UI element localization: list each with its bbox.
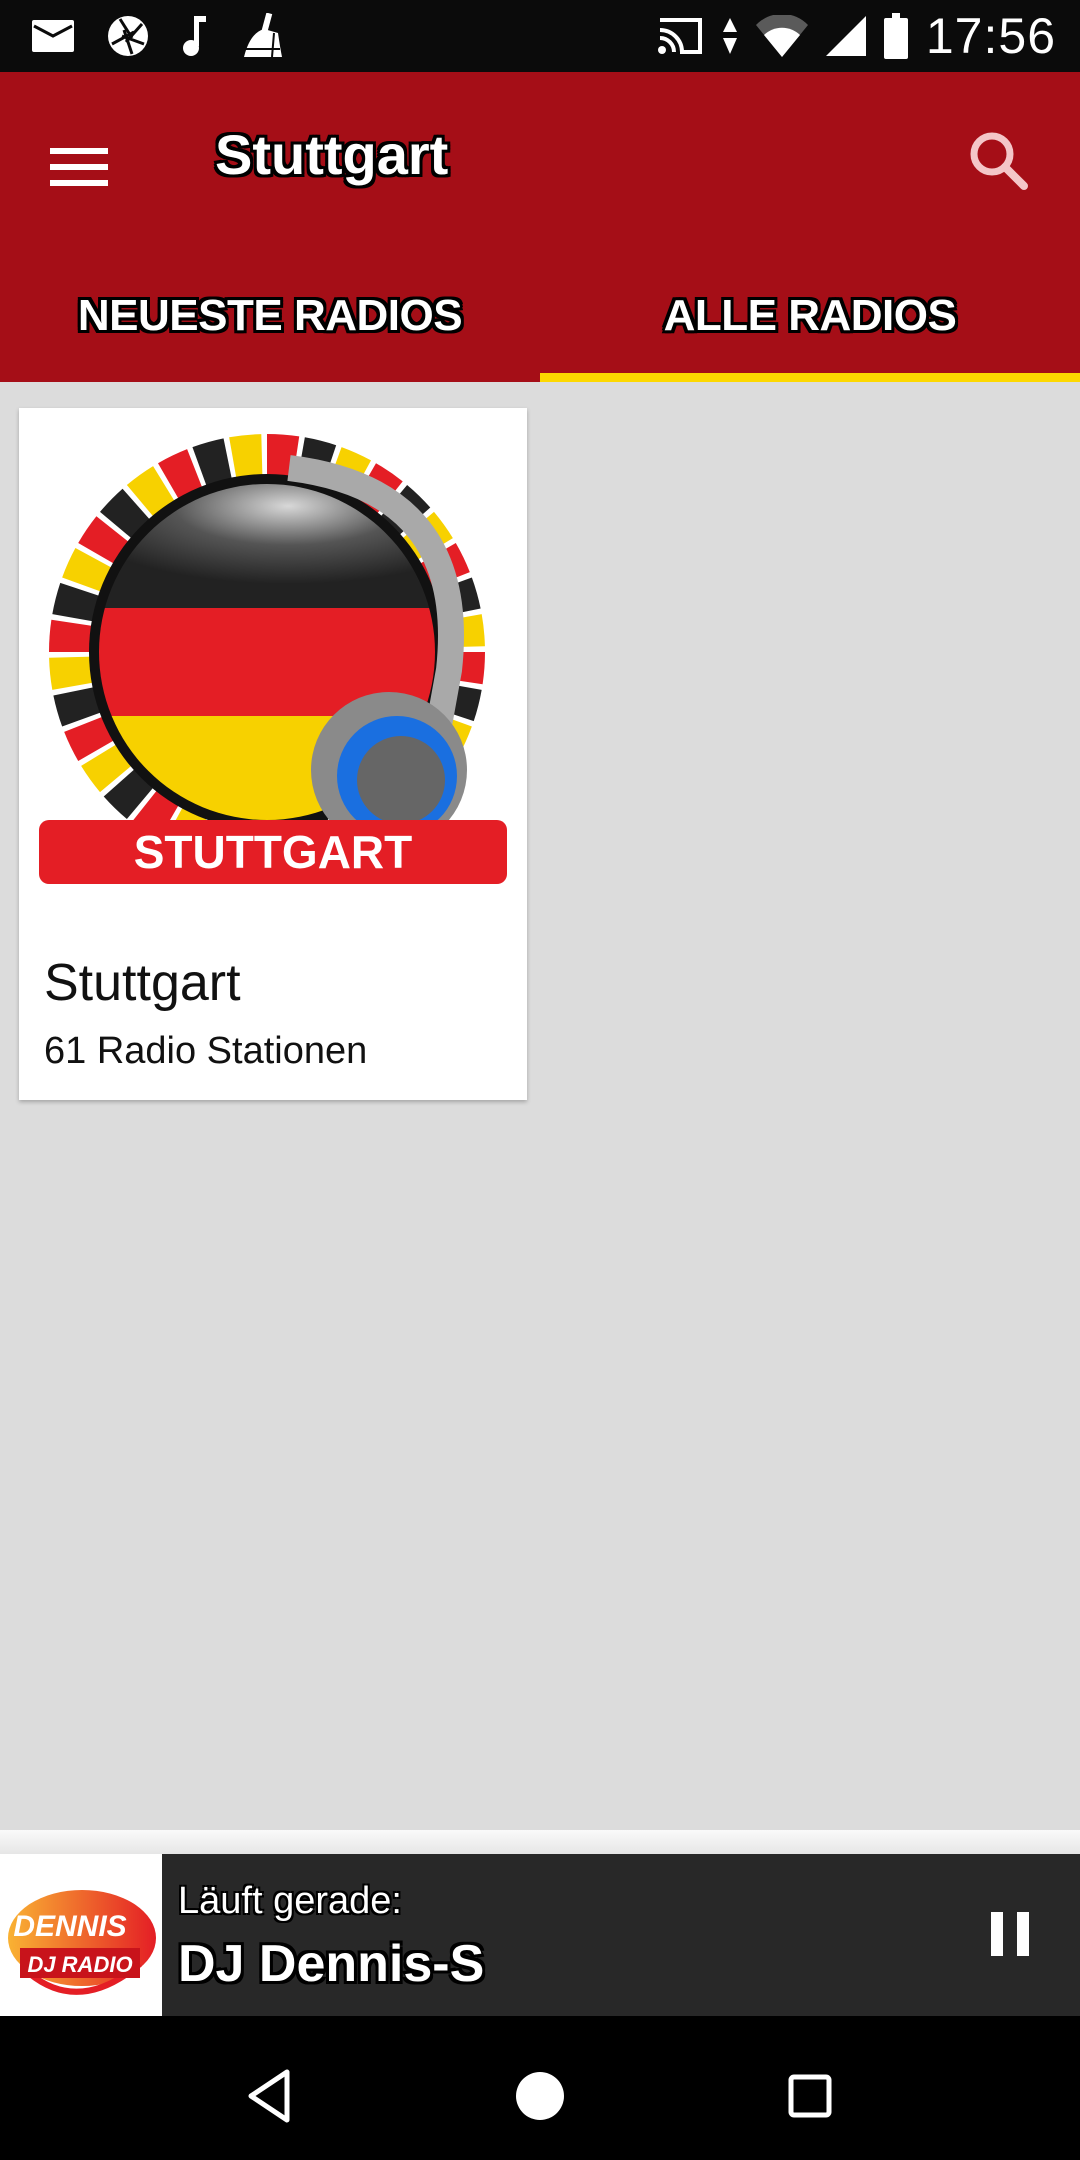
search-icon[interactable] bbox=[960, 122, 1040, 202]
tab-bar: NEUESTE RADIOS ALLE RADIOS bbox=[0, 272, 1080, 382]
page-title: Stuttgart bbox=[215, 123, 449, 186]
city-card[interactable]: (function(){ const g = document.currentS… bbox=[19, 408, 527, 1100]
battery-icon bbox=[883, 13, 908, 59]
home-icon[interactable] bbox=[500, 2056, 580, 2136]
camera-aperture-icon bbox=[106, 14, 150, 58]
card-title: Stuttgart bbox=[44, 954, 241, 1012]
card-subtitle: 61 Radio Stationen bbox=[44, 1030, 368, 1072]
player-divider bbox=[0, 1830, 1080, 1854]
back-icon[interactable] bbox=[230, 2056, 310, 2136]
hamburger-menu-icon[interactable] bbox=[50, 132, 120, 202]
logo-text-djradio: DJ RADIO bbox=[27, 1952, 132, 1977]
now-playing-station: DJ Dennis-S bbox=[178, 1935, 485, 1993]
data-arrows-icon bbox=[722, 16, 738, 56]
app-bar: Stuttgart NEUESTE RADIOS ALLE RADIOS bbox=[0, 72, 1080, 382]
music-note-icon bbox=[180, 14, 210, 58]
cell-signal-icon bbox=[825, 16, 866, 56]
clock: 17:56 bbox=[925, 8, 1056, 64]
logo-text-dennis: DENNIS bbox=[13, 1910, 126, 1943]
now-playing-label: Läuft gerade: bbox=[178, 1880, 402, 1922]
cast-icon bbox=[656, 16, 704, 56]
recents-icon[interactable] bbox=[770, 2056, 850, 2136]
pause-icon[interactable] bbox=[980, 1904, 1040, 1964]
tab-alle-radios[interactable]: ALLE RADIOS bbox=[540, 272, 1080, 382]
system-nav-bar bbox=[0, 2016, 1080, 2160]
now-playing-bar[interactable]: DENNIS DJ RADIO Läuft gerade: DJ Dennis-… bbox=[0, 1854, 1080, 2016]
content-area: (function(){ const g = document.currentS… bbox=[0, 382, 1080, 1832]
tab-neueste-radios[interactable]: NEUESTE RADIOS bbox=[0, 272, 540, 382]
city-logo-label: STUTTGART bbox=[134, 826, 413, 878]
broom-icon bbox=[240, 13, 286, 59]
mail-icon bbox=[32, 18, 76, 54]
station-logo: DENNIS DJ RADIO bbox=[0, 1854, 162, 2016]
status-bar: 17:56 bbox=[0, 0, 1080, 72]
city-logo-image: (function(){ const g = document.currentS… bbox=[39, 420, 507, 888]
wifi-icon bbox=[755, 15, 808, 57]
